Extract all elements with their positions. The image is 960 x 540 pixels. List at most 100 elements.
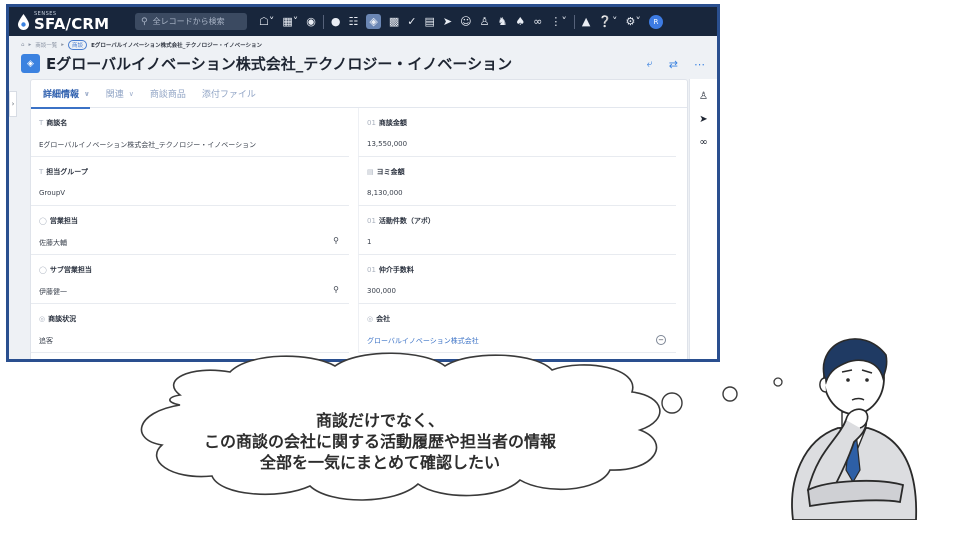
reference-type-icon: ◎: [367, 315, 374, 323]
field-deal-amount: 01 商談金額 13,550,000: [358, 108, 676, 157]
global-search-input[interactable]: ⚲ 全レコードから検索: [135, 13, 247, 30]
field-value[interactable]: 1: [367, 238, 371, 246]
thought-text: 商談だけでなく、 この商談の会社に関する活動履歴や担当者の情報 全部を一気にまと…: [140, 410, 620, 473]
page-title: Eグローバルイノベーション株式会社_テクノロジー・イノベーション: [46, 55, 513, 73]
team-icon[interactable]: ♠: [515, 16, 525, 27]
thought-line: 商談だけでなく、: [315, 411, 444, 430]
breadcrumb-list-link[interactable]: 商談一覧: [35, 41, 57, 49]
field-brokerage-fee: 01 仲介手数料 300,000: [358, 255, 676, 304]
search-placeholder: 全レコードから検索: [152, 17, 225, 26]
face-icon[interactable]: ☺: [460, 16, 471, 27]
detail-tabs: 詳細情報 ∨ 関連 ∨ 商談商品 添付ファイル: [31, 80, 687, 109]
slide-canvas: SENSES SFA/CRM ⚲ 全レコードから検索 ☖˅ ▦˅ ◉ ● ☷ ◈…: [0, 0, 960, 540]
tab-details[interactable]: 詳細情報 ∨: [31, 80, 90, 109]
number-type-icon: 01: [367, 119, 376, 127]
select-type-icon: ◎: [39, 315, 46, 323]
formula-type-icon: ▤: [367, 168, 374, 176]
tab-label: 商談商品: [149, 90, 186, 100]
field-label: ▤ ヨミ金額: [367, 167, 405, 177]
field-value[interactable]: 伊藤健一: [39, 287, 67, 297]
field-deal-status: ◎ 商談状況 追客: [31, 304, 349, 353]
person-icon[interactable]: ♙: [690, 91, 717, 102]
tab-label: 詳細情報: [43, 90, 80, 100]
nav-icon-bar: ☖˅ ▦˅ ◉ ● ☷ ◈ ▩ ✓ ▤ ➤ ☺ ♙ ♞ ♠ ∞ ⋮˅ ▲ ❔˅: [255, 14, 663, 29]
arrow-icon[interactable]: ➤: [690, 114, 717, 125]
people-icon[interactable]: ♞: [497, 16, 507, 27]
thought-line: 全部を一気にまとめて確認したい: [259, 453, 500, 472]
breadcrumb: ⌂ ▸ 商談一覧 ▸ 商談 Eグローバルイノベーション株式会社_テクノロジー・イ…: [21, 40, 266, 50]
sidebar-expand-toggle[interactable]: ›: [9, 91, 17, 117]
bank-icon[interactable]: ▤: [424, 16, 434, 27]
breadcrumb-home-icon[interactable]: ⌂: [21, 42, 25, 48]
tab-attachments[interactable]: 添付ファイル: [202, 80, 256, 108]
field-label-text: 営業担当: [49, 217, 78, 225]
user-type-icon: ◯: [39, 217, 47, 225]
field-label-text: 担当グループ: [46, 168, 88, 176]
field-sales-rep: ◯ 営業担当 佐藤大輔 ⚲: [31, 206, 349, 255]
nav-divider: [322, 14, 324, 29]
person-icon[interactable]: ♙: [480, 16, 490, 27]
field-value[interactable]: GroupV: [39, 189, 65, 197]
bell-icon[interactable]: ▲: [582, 16, 590, 27]
help-icon[interactable]: ❔˅: [598, 16, 617, 27]
logo-drop-icon: [18, 13, 29, 30]
share-icon[interactable]: ⤶: [647, 57, 653, 71]
record-detail-panel: 詳細情報 ∨ 関連 ∨ 商談商品 添付ファイル T 商談名 Eグローバルイノベー…: [30, 79, 688, 359]
record-header: ⌂ ▸ 商談一覧 ▸ 商談 Eグローバルイノベーション株式会社_テクノロジー・イ…: [9, 36, 717, 78]
number-type-icon: 01: [367, 217, 376, 225]
field-label: T 担当グループ: [39, 167, 88, 177]
thought-dot-large: [661, 392, 683, 414]
field-label-text: 商談名: [46, 119, 68, 127]
crm-screenshot: SENSES SFA/CRM ⚲ 全レコードから検索 ☖˅ ▦˅ ◉ ● ☷ ◈…: [6, 4, 720, 362]
breadcrumb-separator: ▸: [61, 42, 65, 48]
right-side-rail: ♙ ➤ ∞: [689, 79, 717, 359]
more-icon[interactable]: ⋮˅: [550, 16, 567, 27]
arrow-icon[interactable]: ➤: [443, 16, 452, 27]
tab-deal-products[interactable]: 商談商品: [150, 80, 186, 108]
check-icon[interactable]: ✓: [407, 16, 416, 27]
swap-icon[interactable]: ⇄: [669, 58, 678, 71]
app-logo[interactable]: SENSES SFA/CRM: [17, 11, 127, 32]
text-type-icon: T: [39, 119, 44, 127]
apps-grid-icon[interactable]: ▦˅: [282, 16, 298, 27]
deal-record-icon: ◈: [21, 54, 40, 73]
breadcrumb-separator: ▸: [28, 42, 32, 48]
field-value[interactable]: 13,550,000: [367, 140, 407, 148]
field-sub-sales-rep: ◯ サブ営業担当 伊藤健一 ⚲: [31, 255, 349, 304]
tab-label: 関連: [105, 90, 124, 100]
field-activity-count: 01 活動件数（アポ） 1: [358, 206, 676, 255]
field-value[interactable]: 追客: [39, 336, 53, 346]
thinking-businessman-illustration: [791, 338, 918, 520]
field-forecast-amount: ▤ ヨミ金額 8,130,000: [358, 157, 676, 206]
field-label: ◎ 会社: [367, 314, 390, 324]
field-value[interactable]: Eグローバルイノベーション株式会社_テクノロジー・イノベーション: [39, 140, 256, 150]
more-actions-icon[interactable]: ⋯: [694, 58, 705, 71]
field-label-text: ヨミ金額: [376, 168, 405, 176]
field-value[interactable]: 8,130,000: [367, 189, 403, 197]
record-actions: ⤶ ⇄ ⋯: [631, 57, 705, 71]
org-chart-icon[interactable]: ☷: [349, 16, 359, 27]
home-icon[interactable]: ☖˅: [259, 16, 274, 27]
lookup-search-icon[interactable]: ⚲: [333, 236, 339, 245]
field-label-text: 会社: [376, 315, 391, 323]
tab-related[interactable]: 関連 ∨: [106, 80, 134, 108]
field-label-text: 商談金額: [378, 119, 407, 127]
field-company: ◎ 会社 グローバルイノベーション株式会社 −: [358, 304, 676, 353]
box-icon[interactable]: ▩: [389, 16, 399, 27]
user-avatar[interactable]: R: [648, 14, 663, 29]
number-type-icon: 01: [367, 266, 376, 274]
field-label: 01 仲介手数料: [367, 265, 414, 275]
pair-icon[interactable]: ∞: [690, 137, 717, 148]
field-value[interactable]: 300,000: [367, 287, 396, 295]
remove-icon[interactable]: −: [656, 335, 666, 345]
pair-icon[interactable]: ∞: [533, 16, 542, 27]
top-navigation-bar: SENSES SFA/CRM ⚲ 全レコードから検索 ☖˅ ▦˅ ◉ ● ☷ ◈…: [9, 7, 717, 36]
field-value[interactable]: 佐藤大輔: [39, 238, 67, 248]
pin-icon[interactable]: ●: [331, 16, 341, 27]
chat-icon[interactable]: ◉: [306, 16, 316, 27]
lookup-search-icon[interactable]: ⚲: [333, 285, 339, 294]
record-title-row: ◈ Eグローバルイノベーション株式会社_テクノロジー・イノベーション: [21, 53, 512, 74]
settings-icon[interactable]: ⚙˅: [626, 16, 641, 27]
company-link[interactable]: グローバルイノベーション株式会社: [367, 336, 479, 346]
deal-icon[interactable]: ◈: [366, 14, 381, 29]
